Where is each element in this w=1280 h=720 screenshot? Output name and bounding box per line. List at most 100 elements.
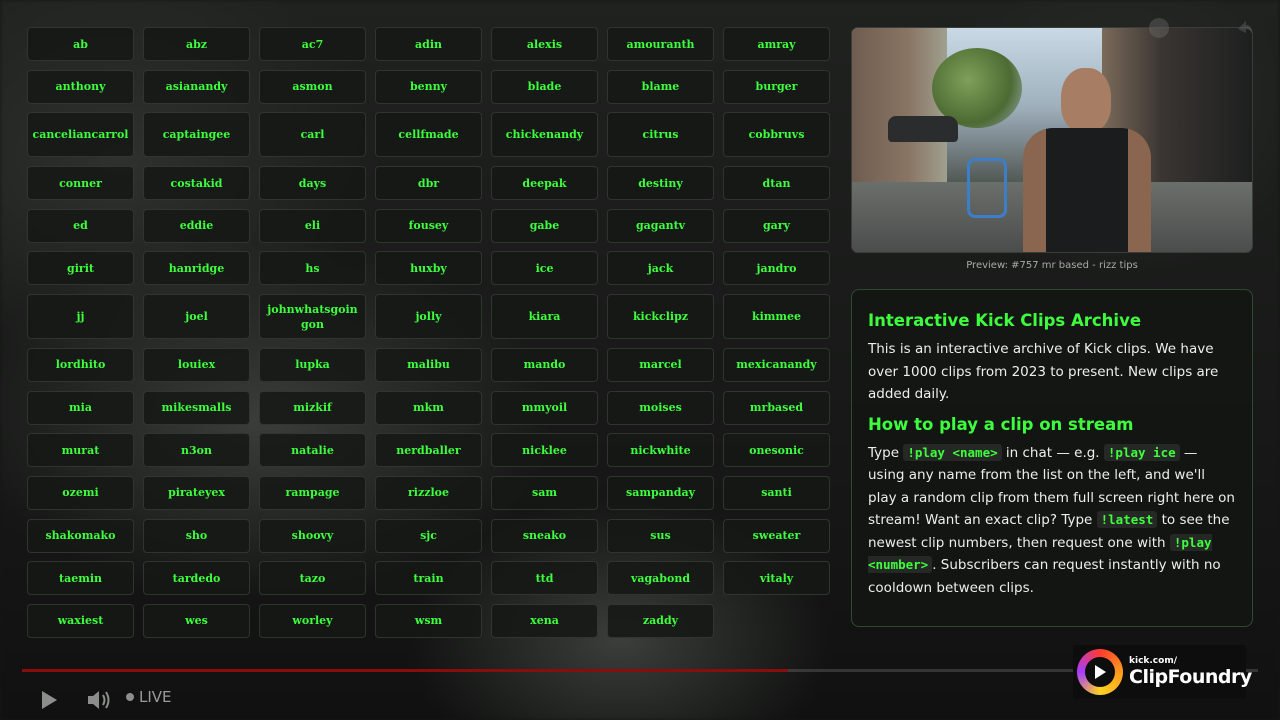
clip-name-button[interactable]: mexicanandy xyxy=(723,347,830,382)
clip-name-button[interactable]: n3on xyxy=(143,433,250,468)
clip-name-button[interactable]: sweater xyxy=(723,518,830,553)
clip-name-button[interactable]: jolly xyxy=(375,294,482,340)
clip-name-button[interactable]: ab xyxy=(27,27,134,61)
clip-name-button[interactable]: eli xyxy=(259,208,366,243)
clip-name-button[interactable]: lordhito xyxy=(27,347,134,382)
clip-name-button[interactable]: citrus xyxy=(607,112,714,158)
clip-name-button[interactable]: vagabond xyxy=(607,561,714,596)
clip-name-button[interactable]: cobbruvs xyxy=(723,112,830,158)
clip-name-button[interactable]: abz xyxy=(143,27,250,61)
clip-name-button[interactable]: deepak xyxy=(491,166,598,201)
clip-name-button[interactable]: ttd xyxy=(491,561,598,596)
clip-name-button[interactable]: ac7 xyxy=(259,27,366,61)
clip-name-button[interactable]: blade xyxy=(491,69,598,104)
clip-name-button[interactable]: vitaly xyxy=(723,561,830,596)
clip-name-button[interactable]: louiex xyxy=(143,347,250,382)
clip-name-button[interactable]: mrbased xyxy=(723,390,830,425)
question-icon[interactable] xyxy=(1148,17,1170,39)
clip-name-button[interactable]: mkm xyxy=(375,390,482,425)
clip-name-button[interactable]: mikesmalls xyxy=(143,390,250,425)
clip-name-button[interactable]: dtan xyxy=(723,166,830,201)
clip-name-button[interactable]: burger xyxy=(723,69,830,104)
clip-name-button[interactable]: nickwhite xyxy=(607,433,714,468)
clip-name-button[interactable]: joel xyxy=(143,294,250,340)
clip-name-button[interactable]: taemin xyxy=(27,561,134,596)
clip-name-button[interactable]: captaingee xyxy=(143,112,250,158)
clip-name-button[interactable]: sjc xyxy=(375,518,482,553)
clip-name-button[interactable]: kickclipz xyxy=(607,294,714,340)
clip-name-button[interactable]: johnwhatsgoingon xyxy=(259,294,366,340)
clip-name-button[interactable]: girit xyxy=(27,251,134,286)
clip-name-button[interactable]: cellfmade xyxy=(375,112,482,158)
clip-name-button[interactable]: fousey xyxy=(375,208,482,243)
clip-name-button[interactable]: waxiest xyxy=(27,603,134,638)
clip-name-button[interactable]: lupka xyxy=(259,347,366,382)
clip-name-button[interactable]: blame xyxy=(607,69,714,104)
clip-name-button[interactable]: destiny xyxy=(607,166,714,201)
volume-icon[interactable] xyxy=(86,688,112,712)
clip-name-button[interactable]: tardedo xyxy=(143,561,250,596)
clip-name-button[interactable]: jandro xyxy=(723,251,830,286)
clip-name-button[interactable]: sampanday xyxy=(607,475,714,510)
clip-name-button[interactable]: amray xyxy=(723,27,830,61)
clip-preview-video[interactable] xyxy=(851,27,1253,253)
clip-name-button[interactable]: asianandy xyxy=(143,69,250,104)
clip-name-button[interactable]: alexis xyxy=(491,27,598,61)
clip-name-button[interactable]: xena xyxy=(491,603,598,638)
clip-name-button[interactable]: shoovy xyxy=(259,518,366,553)
clip-name-button[interactable]: sus xyxy=(607,518,714,553)
clip-name-button[interactable]: pirateyex xyxy=(143,475,250,510)
clip-name-button[interactable]: santi xyxy=(723,475,830,510)
clip-name-button[interactable]: canceliancarrol xyxy=(27,112,134,158)
clip-name-button[interactable]: train xyxy=(375,561,482,596)
clip-name-button[interactable]: mizkif xyxy=(259,390,366,425)
clip-name-button[interactable]: mmyoil xyxy=(491,390,598,425)
clip-name-button[interactable]: benny xyxy=(375,69,482,104)
play-icon[interactable] xyxy=(40,690,58,710)
clip-name-button[interactable]: worley xyxy=(259,603,366,638)
clip-name-button[interactable]: gabe xyxy=(491,208,598,243)
clip-name-button[interactable]: wes xyxy=(143,603,250,638)
clip-name-button[interactable]: kimmee xyxy=(723,294,830,340)
clip-name-button[interactable]: nerdballer xyxy=(375,433,482,468)
clip-name-button[interactable]: adin xyxy=(375,27,482,61)
clip-name-button[interactable]: chickenandy xyxy=(491,112,598,158)
clip-name-button[interactable]: huxby xyxy=(375,251,482,286)
clip-name-button[interactable]: costakid xyxy=(143,166,250,201)
clip-name-button[interactable]: amouranth xyxy=(607,27,714,61)
clip-name-button[interactable]: conner xyxy=(27,166,134,201)
clip-name-button[interactable]: marcel xyxy=(607,347,714,382)
clip-name-button[interactable]: zaddy xyxy=(607,603,714,638)
clip-name-button[interactable]: sho xyxy=(143,518,250,553)
clip-name-button[interactable]: jj xyxy=(27,294,134,340)
clip-name-button[interactable]: rampage xyxy=(259,475,366,510)
clip-name-button[interactable]: eddie xyxy=(143,208,250,243)
clip-name-button[interactable]: wsm xyxy=(375,603,482,638)
clip-name-button[interactable]: murat xyxy=(27,433,134,468)
clip-name-button[interactable]: anthony xyxy=(27,69,134,104)
clip-name-button[interactable]: carl xyxy=(259,112,366,158)
clip-name-button[interactable]: tazo xyxy=(259,561,366,596)
clip-name-button[interactable]: ice xyxy=(491,251,598,286)
share-icon[interactable] xyxy=(1234,17,1256,39)
clip-name-button[interactable]: malibu xyxy=(375,347,482,382)
clip-name-button[interactable]: hanridge xyxy=(143,251,250,286)
clip-name-button[interactable]: dbr xyxy=(375,166,482,201)
clip-name-button[interactable]: ozemi xyxy=(27,475,134,510)
clip-name-button[interactable]: days xyxy=(259,166,366,201)
clip-name-button[interactable]: moises xyxy=(607,390,714,425)
clip-name-button[interactable]: ed xyxy=(27,208,134,243)
clip-name-button[interactable]: natalie xyxy=(259,433,366,468)
clip-name-button[interactable]: jack xyxy=(607,251,714,286)
clip-name-button[interactable]: nicklee xyxy=(491,433,598,468)
clip-name-button[interactable]: rizzloe xyxy=(375,475,482,510)
clip-name-button[interactable]: gary xyxy=(723,208,830,243)
clip-name-button[interactable]: asmon xyxy=(259,69,366,104)
clip-name-button[interactable]: hs xyxy=(259,251,366,286)
clip-name-button[interactable]: mando xyxy=(491,347,598,382)
clip-name-button[interactable]: kiara xyxy=(491,294,598,340)
clip-name-button[interactable]: shakomako xyxy=(27,518,134,553)
clip-name-button[interactable]: sneako xyxy=(491,518,598,553)
clip-name-button[interactable]: mia xyxy=(27,390,134,425)
clip-name-button[interactable]: sam xyxy=(491,475,598,510)
